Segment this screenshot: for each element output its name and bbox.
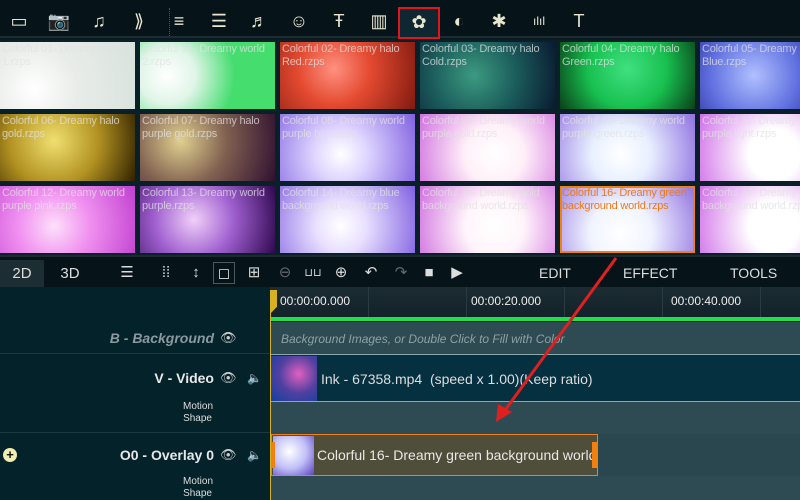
annotation-arrow <box>496 257 618 422</box>
